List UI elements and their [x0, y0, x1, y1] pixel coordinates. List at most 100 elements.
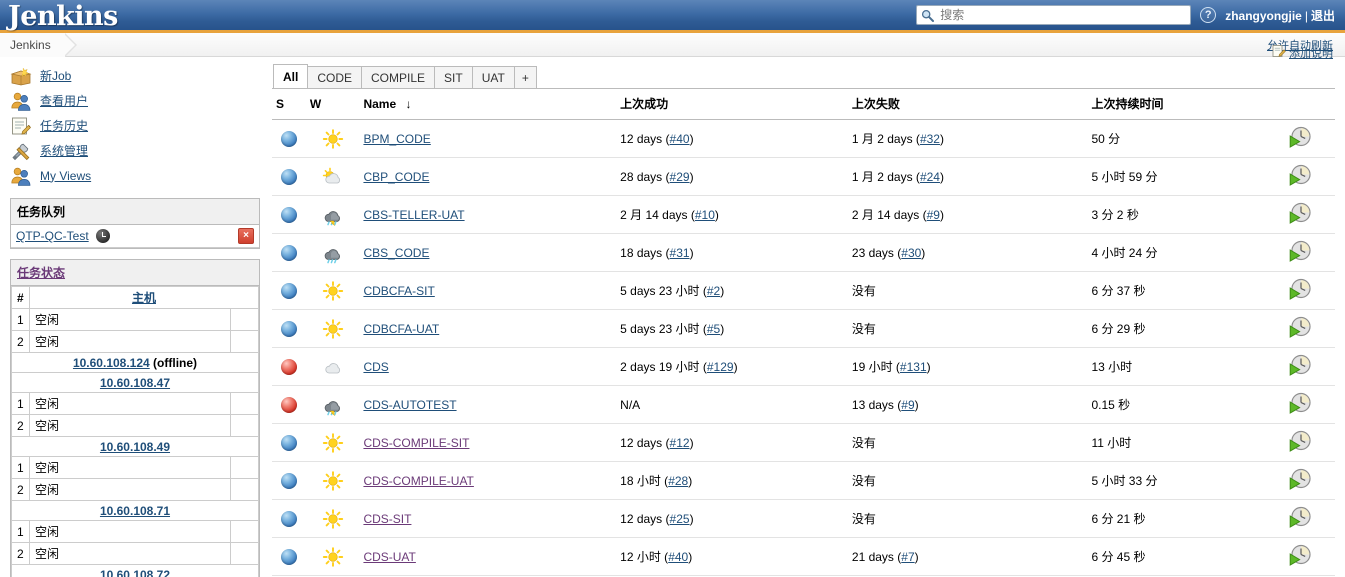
job-name-link[interactable]: CDBCFA-SIT	[363, 284, 434, 298]
build-number-link[interactable]: #10	[695, 208, 715, 222]
add-description-link[interactable]: 添加说明	[1289, 45, 1333, 61]
status-ball-blue-icon[interactable]	[280, 434, 297, 451]
build-number-link[interactable]: #9	[901, 398, 914, 412]
node-link[interactable]: 10.60.108.49	[100, 440, 170, 454]
build-number-link[interactable]: #28	[668, 474, 688, 488]
tab-uat[interactable]: UAT	[471, 66, 515, 88]
status-ball-red-icon[interactable]	[280, 396, 297, 413]
tab-add-view[interactable]: +	[513, 66, 537, 88]
node-link[interactable]: 10.60.108.71	[100, 504, 170, 518]
schedule-build-icon[interactable]	[1288, 315, 1312, 339]
weather-cloudy-icon[interactable]	[320, 357, 346, 377]
status-ball-blue-icon[interactable]	[280, 282, 297, 299]
executor-col-host-link[interactable]: 主机	[132, 291, 156, 305]
search-box[interactable]	[916, 5, 1192, 25]
cancel-queue-item-button[interactable]: ×	[238, 228, 254, 244]
job-name-link[interactable]: BPM_CODE	[363, 132, 430, 146]
build-number-link[interactable]: #25	[670, 512, 690, 526]
tab-sit[interactable]: SIT	[434, 66, 473, 88]
schedule-build-icon[interactable]	[1288, 201, 1312, 225]
build-number-link[interactable]: #24	[920, 170, 940, 184]
weather-storm-icon[interactable]	[320, 395, 346, 416]
weather-sunny-icon[interactable]	[320, 318, 346, 339]
col-last-duration-header[interactable]: 上次持续时间	[1087, 89, 1266, 120]
status-ball-red-icon[interactable]	[280, 358, 297, 375]
schedule-build-icon[interactable]	[1288, 125, 1312, 149]
build-number-link[interactable]: #29	[670, 170, 690, 184]
job-name-link[interactable]: CBS_CODE	[363, 246, 429, 260]
build-number-link[interactable]: #129	[707, 360, 734, 374]
col-name-header[interactable]: Name ↓	[359, 89, 617, 120]
build-number-link[interactable]: #40	[670, 132, 690, 146]
build-number-link[interactable]: #40	[668, 550, 688, 564]
weather-sunny-icon[interactable]	[320, 128, 346, 149]
weather-storm-icon[interactable]	[320, 205, 346, 226]
build-number-link[interactable]: #30	[901, 246, 921, 260]
search-input[interactable]	[938, 7, 1187, 23]
node-link[interactable]: 10.60.108.47	[100, 376, 170, 390]
weather-sunny-icon[interactable]	[320, 470, 346, 491]
job-name-link[interactable]: CDS-AUTOTEST	[363, 398, 456, 412]
schedule-build-icon[interactable]	[1288, 163, 1312, 187]
weather-rain-icon[interactable]	[320, 243, 346, 263]
sidebar-item-build-history[interactable]: 任务历史	[10, 113, 260, 138]
schedule-build-icon[interactable]	[1288, 239, 1312, 263]
status-ball-blue-icon[interactable]	[280, 548, 297, 565]
sidebar-item-manage-jenkins[interactable]: 系统管理	[10, 138, 260, 163]
sidebar-item-new-job[interactable]: 新Job	[10, 63, 260, 88]
help-icon[interactable]: ?	[1200, 7, 1217, 23]
status-ball-blue-icon[interactable]	[280, 244, 297, 261]
executor-status-title-link[interactable]: 任务状态	[17, 266, 65, 280]
col-last-failure-header[interactable]: 上次失败	[847, 89, 1088, 120]
status-ball-blue-icon[interactable]	[280, 320, 297, 337]
status-ball-blue-icon[interactable]	[280, 472, 297, 489]
user-name-link[interactable]: zhangyongjie	[1225, 9, 1302, 23]
build-number-link[interactable]: #5	[707, 322, 720, 336]
tab-all[interactable]: All	[273, 64, 309, 88]
build-number-link[interactable]: #32	[920, 132, 940, 146]
node-link[interactable]: 10.60.108.124	[73, 356, 150, 370]
weather-partly-sunny-icon[interactable]	[320, 167, 346, 187]
schedule-build-icon[interactable]	[1288, 543, 1312, 567]
weather-sunny-icon[interactable]	[320, 508, 346, 529]
build-number-link[interactable]: #7	[901, 550, 914, 564]
job-name-link[interactable]: CDS-UAT	[363, 550, 415, 564]
build-number-link[interactable]: #12	[670, 436, 690, 450]
col-last-success-header[interactable]: 上次成功	[616, 89, 848, 120]
status-ball-blue-icon[interactable]	[280, 130, 297, 147]
status-ball-blue-icon[interactable]	[280, 510, 297, 527]
node-link[interactable]: 10.60.108.72	[100, 568, 170, 577]
weather-sunny-icon[interactable]	[320, 280, 346, 301]
status-ball-blue-icon[interactable]	[280, 206, 297, 223]
job-name-link[interactable]: CBP_CODE	[363, 170, 429, 184]
sidebar-item-view-users-label[interactable]: 查看用户	[40, 92, 88, 109]
status-ball-blue-icon[interactable]	[280, 168, 297, 185]
schedule-build-icon[interactable]	[1288, 467, 1312, 491]
sidebar-item-new-job-label[interactable]: 新Job	[40, 67, 71, 84]
schedule-build-icon[interactable]	[1288, 391, 1312, 415]
queue-item-link[interactable]: QTP-QC-Test	[16, 229, 89, 243]
job-name-link[interactable]: CDBCFA-UAT	[363, 322, 439, 336]
build-number-link[interactable]: #131	[900, 360, 927, 374]
job-name-link[interactable]: CDS-COMPILE-SIT	[363, 436, 469, 450]
schedule-build-icon[interactable]	[1288, 429, 1312, 453]
weather-sunny-icon[interactable]	[320, 432, 346, 453]
job-name-link[interactable]: CBS-TELLER-UAT	[363, 208, 464, 222]
schedule-build-icon[interactable]	[1288, 277, 1312, 301]
sidebar-item-my-views[interactable]: My Views	[10, 163, 260, 188]
jenkins-logo[interactable]: Jenkins	[8, 3, 118, 30]
build-number-link[interactable]: #31	[670, 246, 690, 260]
sidebar-item-my-views-label[interactable]: My Views	[40, 169, 91, 183]
tab-compile[interactable]: COMPILE	[361, 66, 436, 88]
build-number-link[interactable]: #9	[927, 208, 940, 222]
job-name-link[interactable]: CDS	[363, 360, 388, 374]
sidebar-item-build-history-label[interactable]: 任务历史	[40, 117, 88, 134]
tab-code[interactable]: CODE	[307, 66, 363, 88]
schedule-build-icon[interactable]	[1288, 505, 1312, 529]
col-status-header[interactable]: S	[272, 89, 306, 120]
job-name-link[interactable]: CDS-COMPILE-UAT	[363, 474, 473, 488]
col-weather-header[interactable]: W	[305, 89, 360, 120]
sidebar-item-manage-jenkins-label[interactable]: 系统管理	[40, 142, 88, 159]
weather-sunny-icon[interactable]	[320, 546, 346, 567]
build-number-link[interactable]: #2	[707, 284, 720, 298]
